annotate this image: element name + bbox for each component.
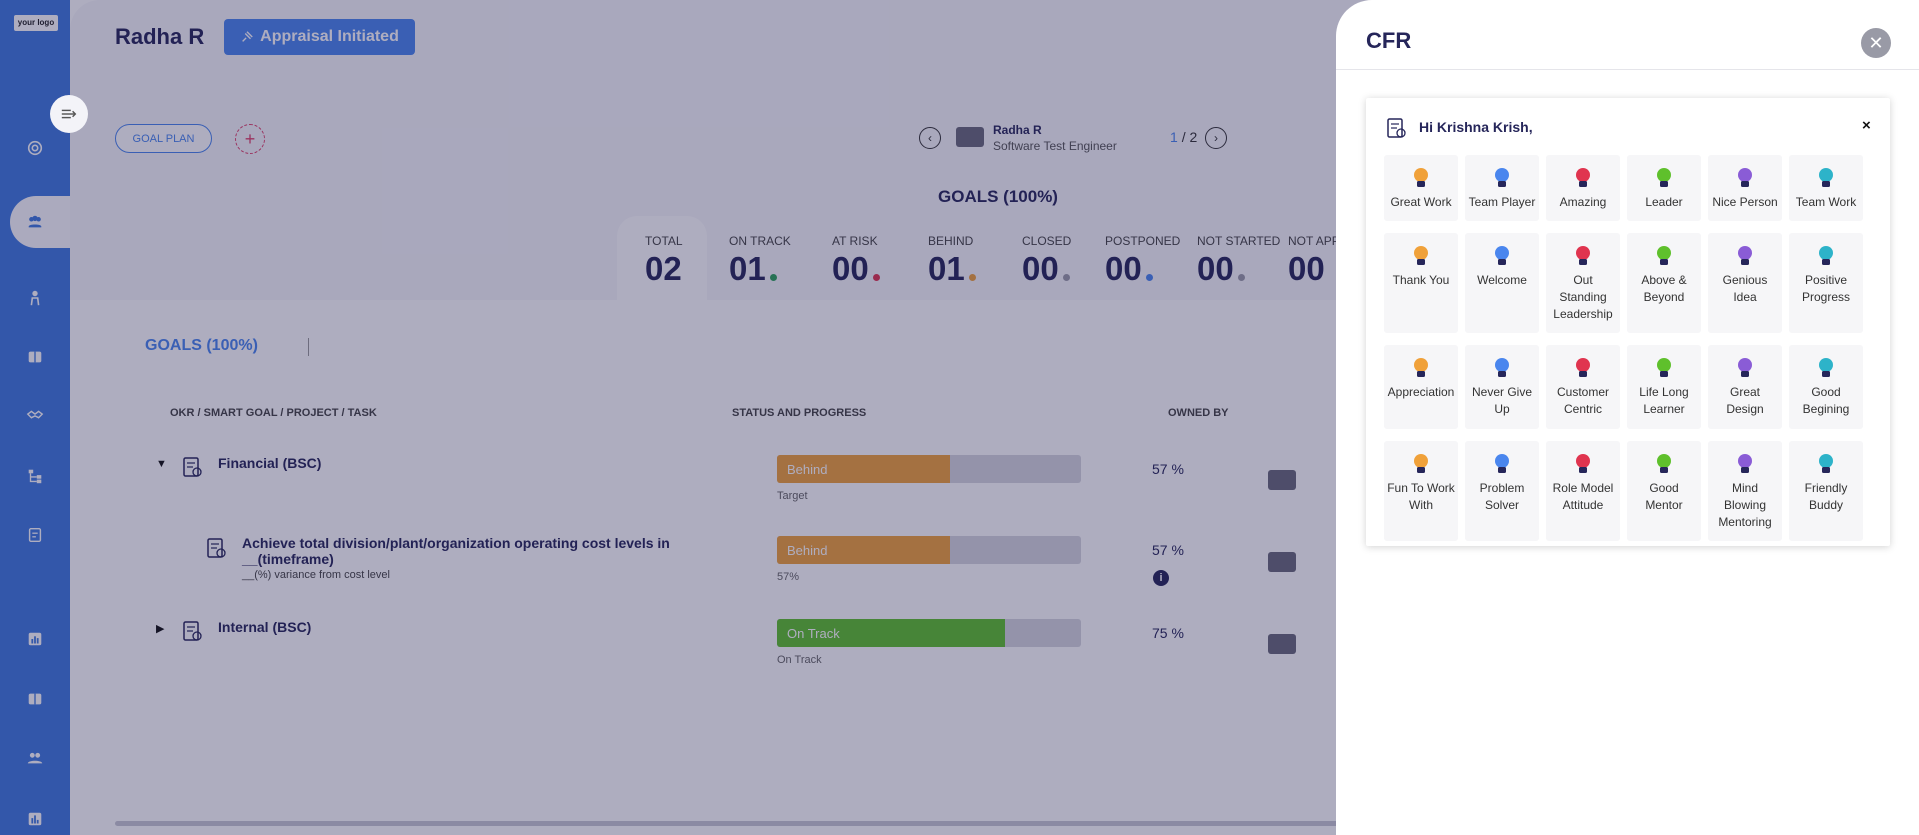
badge-leader[interactable]: Leader <box>1627 155 1701 221</box>
divider <box>1336 69 1919 70</box>
badge-label: Good Mentor <box>1645 481 1683 512</box>
badge-label: Appreciation <box>1387 385 1455 399</box>
badge-label: Customer Centric <box>1556 385 1609 416</box>
badge-team-work[interactable]: Team Work <box>1789 155 1863 221</box>
drawer-title: CFR <box>1366 28 1412 53</box>
badge-out-standing-leadership[interactable]: Out Standing Leadership <box>1546 233 1620 333</box>
badge-nice-person[interactable]: Nice Person <box>1708 155 1782 221</box>
badge-problem-solver[interactable]: Problem Solver <box>1465 441 1539 541</box>
badge-above-beyond[interactable]: Above & Beyond <box>1627 233 1701 333</box>
book-icon <box>1651 354 1677 380</box>
badge-friendly-buddy[interactable]: Friendly Buddy <box>1789 441 1863 541</box>
bulb-icon <box>1813 354 1839 380</box>
badge-role-model-attitude[interactable]: Role Model Attitude <box>1546 441 1620 541</box>
badge-life-long-learner[interactable]: Life Long Learner <box>1627 345 1701 429</box>
customer-icon <box>1570 354 1596 380</box>
badge-label: Team Player <box>1468 195 1536 209</box>
badge-great-design[interactable]: Great Design <box>1708 345 1782 429</box>
badge-never-give-up[interactable]: Never Give Up <box>1465 345 1539 429</box>
greeting: Hi Krishna Krish, <box>1419 119 1533 135</box>
badge-good-mentor[interactable]: Good Mentor <box>1627 441 1701 541</box>
badge-label: Great Design <box>1726 385 1764 416</box>
badge-label: Positive Progress <box>1801 273 1851 304</box>
badge-label: Mind Blowing Mentoring <box>1718 481 1772 529</box>
sidebar-collapse-button[interactable] <box>50 95 88 133</box>
badge-welcome[interactable]: Welcome <box>1465 233 1539 333</box>
badge-label: Genious Idea <box>1722 273 1768 304</box>
fun-icon <box>1408 450 1434 476</box>
badge-fun-to-work-with[interactable]: Fun To Work With <box>1384 441 1458 541</box>
leader-icon <box>1651 164 1677 190</box>
clipboard-icon <box>1387 118 1406 138</box>
gear-progress-icon <box>1813 242 1839 268</box>
badge-label: Problem Solver <box>1479 481 1525 512</box>
badge-customer-centric[interactable]: Customer Centric <box>1546 345 1620 429</box>
badge-label: Role Model Attitude <box>1552 481 1614 512</box>
badge-thank-you[interactable]: Thank You <box>1384 233 1458 333</box>
badge-label: Above & Beyond <box>1641 273 1687 304</box>
badge-label: Never Give Up <box>1471 385 1533 416</box>
role-model-icon <box>1570 450 1596 476</box>
badge-label: Fun To Work With <box>1387 481 1455 512</box>
badge-label: Out Standing Leadership <box>1553 273 1613 321</box>
cfr-card: Hi Krishna Krish, × Great Work Team Playe… <box>1366 98 1890 546</box>
thank-you-icon <box>1408 242 1434 268</box>
collapse-arrow-icon <box>61 109 77 119</box>
close-drawer-button[interactable]: ✕ <box>1861 28 1891 58</box>
badge-appreciation[interactable]: Appreciation <box>1384 345 1458 429</box>
badge-great-work[interactable]: Great Work <box>1384 155 1458 221</box>
badge-grid: Great Work Team Player Amazing Leader Nice P… <box>1384 155 1863 541</box>
badge-label: Amazing <box>1559 195 1607 209</box>
amazing-face-icon <box>1570 164 1596 190</box>
welcome-hands-icon <box>1489 242 1515 268</box>
badge-label: Great Work <box>1390 195 1452 209</box>
close-card-button[interactable]: × <box>1862 117 1871 134</box>
growth-chart-icon <box>1651 242 1677 268</box>
badge-label: Leader <box>1645 195 1683 209</box>
team-player-icon <box>1489 164 1515 190</box>
badge-positive-progress[interactable]: Positive Progress <box>1789 233 1863 333</box>
problem-solver-icon <box>1489 450 1515 476</box>
badge-label: Friendly Buddy <box>1804 481 1848 512</box>
badge-label: Welcome <box>1477 273 1527 287</box>
thumbs-up-icon <box>1732 164 1758 190</box>
clap-icon <box>1408 354 1434 380</box>
close-icon: ✕ <box>1868 32 1884 53</box>
badge-label: Life Long Learner <box>1639 385 1689 416</box>
badge-good-begining[interactable]: Good Begining <box>1789 345 1863 429</box>
mentor-icon <box>1651 450 1677 476</box>
gauge-icon <box>1570 242 1596 268</box>
badge-label: Good Begining <box>1802 385 1850 416</box>
badge-label: Team Work <box>1795 195 1857 209</box>
badge-genious-idea[interactable]: Genious Idea <box>1708 233 1782 333</box>
badge-label: Nice Person <box>1712 195 1778 209</box>
badge-team-player[interactable]: Team Player <box>1465 155 1539 221</box>
design-pen-icon <box>1732 354 1758 380</box>
buddy-house-icon <box>1813 450 1839 476</box>
idea-bulb-icon <box>1732 242 1758 268</box>
cfr-drawer: CFR ✕ Hi Krishna Krish, × Great Work Team… <box>1336 0 1919 835</box>
medal-icon <box>1408 164 1434 190</box>
mind-blowing-icon <box>1732 450 1758 476</box>
badge-mind-blowing-mentoring[interactable]: Mind Blowing Mentoring <box>1708 441 1782 541</box>
raised-hand-icon <box>1489 354 1515 380</box>
badge-amazing[interactable]: Amazing <box>1546 155 1620 221</box>
badge-label: Thank You <box>1392 273 1450 287</box>
team-hands-icon <box>1813 164 1839 190</box>
